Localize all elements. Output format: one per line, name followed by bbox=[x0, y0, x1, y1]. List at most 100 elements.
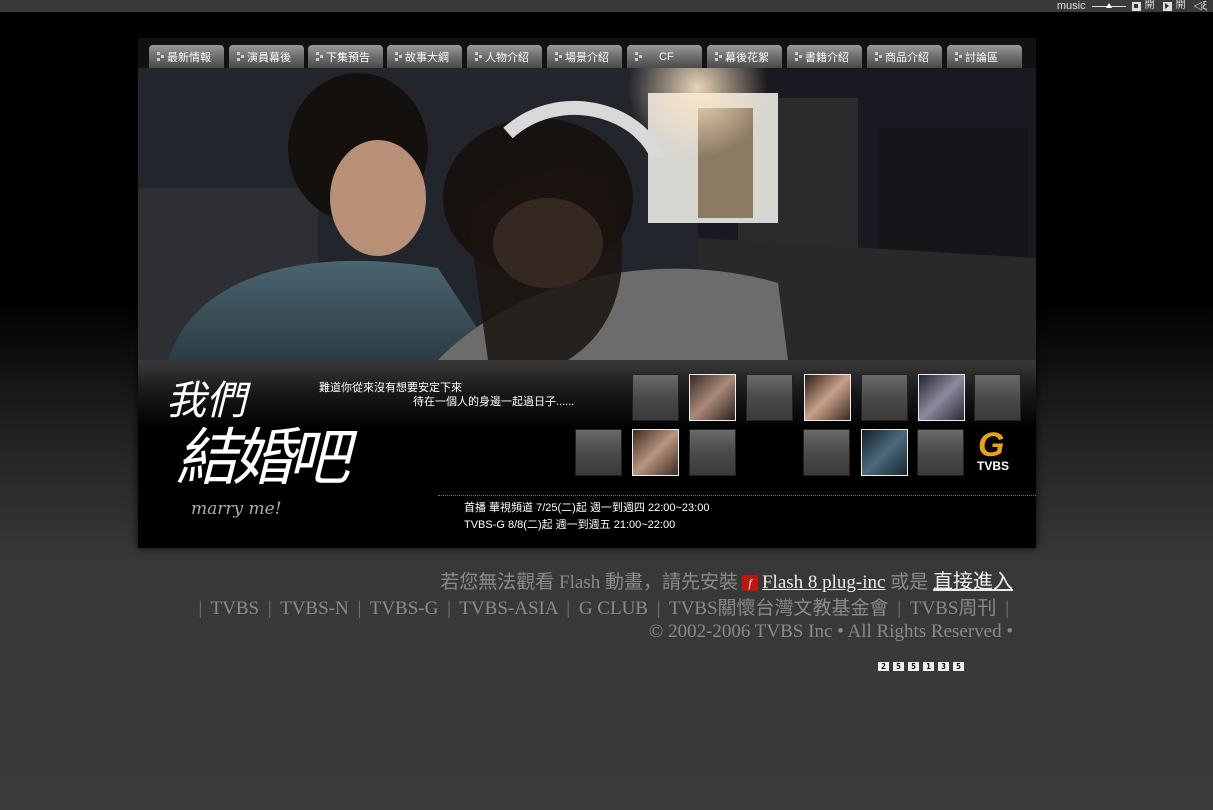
link-separator: | bbox=[656, 598, 661, 619]
tagline-line1: 難道你從來沒有想要安定下來 bbox=[319, 382, 462, 394]
tab-label: 演員幕後 bbox=[247, 51, 291, 64]
stop-icon[interactable] bbox=[1131, 1, 1141, 11]
hero-photo bbox=[138, 68, 1036, 360]
counter-digit: 2 bbox=[878, 662, 889, 671]
tab-products[interactable]: 商品介紹 bbox=[867, 45, 942, 68]
music-label: music bbox=[1056, 0, 1086, 12]
tab-cast[interactable]: 演員幕後 bbox=[229, 45, 304, 68]
play-label: 開 bbox=[1175, 0, 1186, 11]
copyright: © 2002-2006 TVBS Inc • All Rights Reserv… bbox=[648, 621, 1013, 642]
thumb-empty bbox=[974, 374, 1021, 421]
tab-news[interactable]: 最新情報 bbox=[149, 45, 224, 68]
mute-speaker-icon[interactable]: ◁ξ bbox=[1194, 0, 1207, 12]
tab-label: 故事大綱 bbox=[405, 51, 449, 64]
link-separator: | bbox=[357, 598, 362, 619]
thumb-character-photo[interactable] bbox=[918, 374, 965, 421]
flash-icon: f bbox=[741, 574, 758, 591]
flash-plugin-link[interactable]: Flash 8 plug-inc bbox=[762, 572, 886, 593]
tab-bullet-icon bbox=[795, 52, 802, 61]
tab-bullet-icon bbox=[395, 52, 402, 61]
volume-slider[interactable] bbox=[1091, 2, 1126, 8]
link-separator: | bbox=[447, 598, 451, 619]
music-controls: music 開 開 ◁ξ bbox=[1057, 0, 1207, 12]
thumb-character-photo[interactable] bbox=[804, 374, 851, 421]
tab-label: 書籍介紹 bbox=[805, 51, 849, 64]
music-bar: music 開 開 ◁ξ bbox=[0, 0, 1213, 12]
thumb-character-photo[interactable] bbox=[861, 429, 908, 476]
tab-bullet-icon bbox=[475, 52, 482, 61]
thumb-empty bbox=[575, 429, 622, 476]
footer-link-tvbs-n[interactable]: TVBS-N bbox=[280, 598, 349, 619]
play-icon[interactable] bbox=[1162, 1, 1172, 11]
footer-link-foundation[interactable]: TVBS關懷台灣文教基金會 bbox=[669, 598, 889, 619]
counter-digit: 3 bbox=[938, 662, 949, 671]
tab-characters[interactable]: 人物介紹 bbox=[467, 45, 542, 68]
footer-link-tvbs-g[interactable]: TVBS-G bbox=[370, 598, 439, 619]
stop-label: 開 bbox=[1144, 0, 1155, 11]
tab-label: 最新情報 bbox=[167, 51, 211, 64]
main-frame: 最新情報 演員幕後 下集預告 故事大綱 人物介紹 場景介紹 CF 幕後花絮 書籍… bbox=[138, 38, 1036, 548]
footer-link-tvbs[interactable]: TVBS bbox=[211, 598, 260, 619]
enter-site-link[interactable]: 直接進入 bbox=[933, 571, 1013, 593]
tab-label: 幕後花絮 bbox=[725, 51, 769, 64]
tab-label: 商品介紹 bbox=[885, 51, 929, 64]
volume-knob[interactable] bbox=[1105, 2, 1112, 8]
tab-preview[interactable]: 下集預告 bbox=[308, 45, 383, 68]
thumb-empty bbox=[861, 374, 908, 421]
info-panel: 我們 結婚吧 marry me! 難道你從來沒有想要安定下來 待在一個人的身邊一… bbox=[138, 360, 1036, 548]
thumb-empty bbox=[803, 429, 850, 476]
tab-cf[interactable]: CF bbox=[627, 45, 702, 68]
tab-books[interactable]: 書籍介紹 bbox=[787, 45, 862, 68]
logo-script: marry me! bbox=[191, 499, 282, 519]
footer-link-g-club[interactable]: G CLUB bbox=[579, 598, 648, 619]
tab-bullet-icon bbox=[157, 52, 164, 61]
footer-links: | TVBS | TVBS-N | TVBS-G | TVBS-ASIA | G… bbox=[194, 593, 1013, 620]
tab-label: 討論區 bbox=[965, 51, 998, 64]
counter-digit: 5 bbox=[953, 662, 964, 671]
tab-forum[interactable]: 討論區 bbox=[947, 45, 1022, 68]
panel-divider bbox=[438, 495, 1036, 496]
flash-notice-text: 若您無法觀看 Flash 動畫，請先安裝 bbox=[440, 572, 738, 593]
logo-line2: 結婚吧 bbox=[176, 421, 358, 494]
footer-link-weekly[interactable]: TVBS周刊 bbox=[910, 598, 997, 619]
tab-label: CF bbox=[659, 50, 674, 63]
tab-bullet-icon bbox=[237, 52, 244, 61]
tab-bullet-icon bbox=[635, 52, 642, 61]
link-separator: | bbox=[566, 598, 571, 619]
link-separator: | bbox=[267, 598, 272, 619]
hero-illustration bbox=[138, 68, 1036, 360]
link-separator: | bbox=[198, 598, 203, 619]
link-separator: | bbox=[1005, 598, 1009, 619]
footer-link-tvbs-asia[interactable]: TVBS-ASIA bbox=[459, 598, 557, 619]
tab-bullet-icon bbox=[955, 52, 962, 61]
tab-bts[interactable]: 幕後花絮 bbox=[707, 45, 782, 68]
counter-digit: 5 bbox=[908, 662, 919, 671]
or-text: 或是 bbox=[890, 572, 929, 593]
tvbs-g-logo[interactable]: G TVBS bbox=[974, 426, 1024, 474]
drama-title-logo: 我們 結婚吧 marry me! bbox=[166, 378, 364, 519]
counter-digit: 1 bbox=[923, 662, 934, 671]
tab-bullet-icon bbox=[316, 52, 323, 61]
tab-bullet-icon bbox=[715, 52, 722, 61]
logo-line1: 我們 bbox=[166, 378, 251, 424]
thumb-character-photo[interactable] bbox=[632, 429, 679, 476]
thumb-empty bbox=[689, 429, 736, 476]
tab-label: 人物介紹 bbox=[485, 51, 529, 64]
tab-bullet-icon bbox=[875, 52, 882, 61]
counter-digit: 5 bbox=[893, 662, 904, 671]
tvbs-brand-name: TVBS bbox=[977, 459, 1009, 473]
tab-story[interactable]: 故事大綱 bbox=[387, 45, 462, 68]
flash-notice: 若您無法觀看 Flash 動畫，請先安裝 f Flash 8 plug-inc 或是… bbox=[440, 565, 1013, 594]
airtime-line2: TVBS-G 8/8(二)起 週一到週五 21:00~22:00 bbox=[464, 519, 676, 531]
tab-bullet-icon bbox=[555, 52, 562, 61]
link-separator: | bbox=[897, 598, 902, 619]
thumb-empty bbox=[746, 374, 793, 421]
tab-locations[interactable]: 場景介紹 bbox=[547, 45, 622, 68]
tab-label: 下集預告 bbox=[326, 51, 370, 64]
nav-bar: 最新情報 演員幕後 下集預告 故事大綱 人物介紹 場景介紹 CF 幕後花絮 書籍… bbox=[138, 38, 1036, 68]
thumb-character-photo[interactable] bbox=[689, 374, 736, 421]
tab-label: 場景介紹 bbox=[565, 51, 609, 64]
visit-counter: 2 5 5 1 3 5 bbox=[878, 662, 964, 671]
tagline-line2: 待在一個人的身邊一起過日子...... bbox=[413, 396, 575, 408]
thumb-empty bbox=[632, 374, 679, 421]
